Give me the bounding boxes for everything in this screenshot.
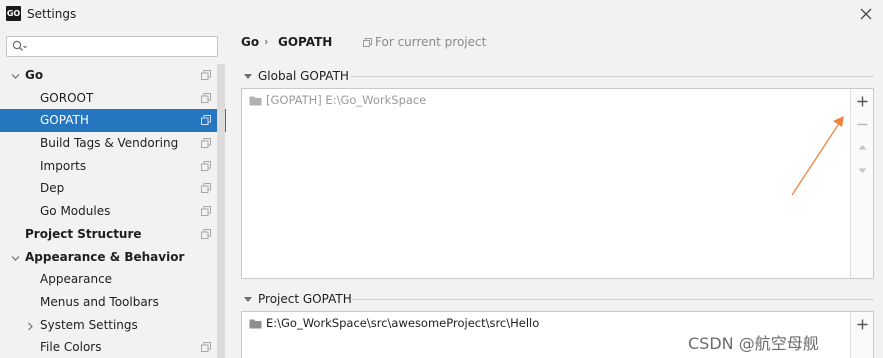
list-item[interactable]: [GOPATH] E:\Go_WorkSpace xyxy=(249,93,426,107)
window-title: Settings xyxy=(27,7,77,21)
sidebar-scrollbar[interactable] xyxy=(217,64,225,358)
tree-item-file-colors[interactable]: File Colors xyxy=(0,336,226,358)
tree-item-label: Imports xyxy=(40,158,87,173)
copy-icon xyxy=(363,38,372,47)
copy-icon xyxy=(201,183,211,194)
title-bar: GO Settings xyxy=(0,0,883,28)
app-logo-icon: GO xyxy=(6,6,21,21)
project-gopath-entry: E:\Go_WorkSpace\src\awesomeProject\src\H… xyxy=(266,316,540,330)
tree-item-go-modules[interactable]: Go Modules xyxy=(0,200,226,223)
add-button[interactable] xyxy=(854,93,871,110)
list-item[interactable]: E:\Go_WorkSpace\src\awesomeProject\src\H… xyxy=(249,316,539,330)
watermark: CSDN @航空母舰 xyxy=(688,334,819,353)
folder-icon xyxy=(249,96,262,106)
move-down-icon xyxy=(858,168,867,173)
add-button[interactable] xyxy=(854,316,871,333)
remove-button[interactable] xyxy=(854,116,871,133)
copy-icon xyxy=(201,138,211,149)
tree-item-go[interactable]: Go xyxy=(0,64,226,87)
tree-item-label: File Colors xyxy=(40,340,102,355)
tree-item-appearance[interactable]: Appearance xyxy=(0,268,226,291)
tree-item-menus-toolbars[interactable]: Menus and Toolbars xyxy=(0,291,226,314)
scope-label: For current project xyxy=(375,35,487,49)
chevron-down-icon[interactable] xyxy=(11,254,20,263)
global-gopath-entry: [GOPATH] E:\Go_WorkSpace xyxy=(266,93,427,107)
move-down-button[interactable] xyxy=(854,162,871,179)
settings-sidebar: Go GOROOT GOPATH Build Tags & Vendoring Impo… xyxy=(0,28,226,358)
copy-icon xyxy=(201,342,211,353)
plus-icon xyxy=(857,319,868,330)
global-gopath-title: Global GOPATH xyxy=(258,69,349,83)
minus-icon xyxy=(857,123,868,126)
copy-icon xyxy=(201,115,211,126)
chevron-right-icon[interactable] xyxy=(26,322,35,331)
tree-item-label: Project Structure xyxy=(25,226,142,241)
tree-item-label: Appearance xyxy=(40,272,113,287)
folder-icon xyxy=(249,319,262,329)
tree-item-imports[interactable]: Imports xyxy=(0,155,226,178)
tree-item-label: Menus and Toolbars xyxy=(40,294,159,309)
divider xyxy=(350,76,874,77)
tree-item-build-tags[interactable]: Build Tags & Vendoring xyxy=(0,132,226,155)
tree-item-project-structure[interactable]: Project Structure xyxy=(0,223,226,246)
breadcrumb-separator: › xyxy=(264,35,269,48)
move-up-button[interactable] xyxy=(854,139,871,156)
tree-item-dep[interactable]: Dep xyxy=(0,177,226,200)
move-up-icon xyxy=(858,145,867,150)
tree-item-label: GOPATH xyxy=(40,113,89,128)
tree-item-label: Appearance & Behavior xyxy=(25,249,185,264)
settings-content: Go › GOPATH For current project Global G… xyxy=(226,28,883,358)
breadcrumb-parent[interactable]: Go xyxy=(241,35,259,49)
project-gopath-header[interactable]: Project GOPATH xyxy=(244,292,352,306)
breadcrumb-current: GOPATH xyxy=(278,35,333,49)
tree-item-system-settings[interactable]: System Settings xyxy=(0,314,226,337)
copy-icon xyxy=(201,160,211,171)
tree-item-label: Go xyxy=(25,68,44,82)
project-gopath-title: Project GOPATH xyxy=(258,292,352,306)
tree-item-goroot[interactable]: GOROOT xyxy=(0,87,226,110)
tree-item-label: GOROOT xyxy=(40,90,94,105)
tree-item-label: System Settings xyxy=(40,317,138,332)
tree-item-label: Go Modules xyxy=(40,204,111,219)
copy-icon xyxy=(201,228,211,239)
global-gopath-list[interactable]: [GOPATH] E:\Go_WorkSpace xyxy=(241,88,874,279)
search-icon xyxy=(12,40,27,51)
collapse-triangle-icon xyxy=(244,297,252,302)
copy-icon xyxy=(201,92,211,103)
close-button[interactable] xyxy=(855,3,877,25)
tree-item-label: Build Tags & Vendoring xyxy=(40,136,179,151)
global-gopath-header[interactable]: Global GOPATH xyxy=(244,69,349,83)
tree-item-appearance-behavior[interactable]: Appearance & Behavior xyxy=(0,246,226,269)
close-icon xyxy=(860,8,872,20)
tree-item-gopath[interactable]: GOPATH xyxy=(0,109,226,133)
copy-icon xyxy=(201,206,211,217)
global-gopath-toolbar xyxy=(850,89,873,278)
copy-icon xyxy=(201,70,211,80)
project-gopath-toolbar xyxy=(850,312,873,358)
settings-tree: Go GOROOT GOPATH Build Tags & Vendoring Impo… xyxy=(0,64,226,358)
scope-indicator: For current project xyxy=(363,35,486,49)
search-input[interactable] xyxy=(6,36,218,57)
tree-item-label: Dep xyxy=(40,181,65,196)
chevron-down-icon[interactable] xyxy=(11,72,20,81)
collapse-triangle-icon xyxy=(244,74,252,79)
divider xyxy=(352,299,874,300)
plus-icon xyxy=(857,96,868,107)
